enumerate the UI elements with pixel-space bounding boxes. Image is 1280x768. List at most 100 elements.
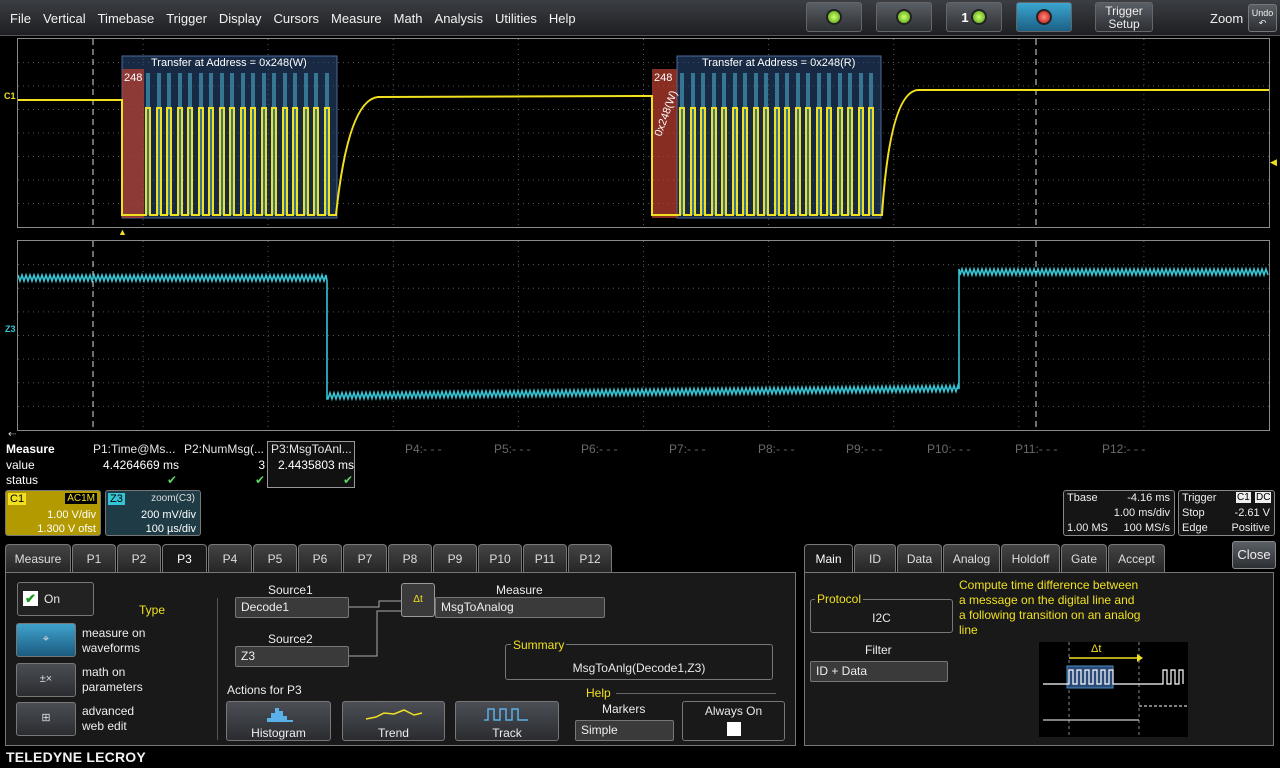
tab-main[interactable]: Main [804,544,853,574]
trigger-coupling: DC [1255,492,1272,503]
p4-header[interactable]: P4:- - - [405,442,442,456]
trigger-level: -2.61 V [1234,507,1270,519]
tab-p1[interactable]: P1 [72,544,116,572]
menu-cursors[interactable]: Cursors [268,11,326,26]
auto-trigger-button[interactable] [806,2,862,32]
tab-id[interactable]: ID [854,544,896,572]
menu-timebase[interactable]: Timebase [92,11,161,26]
z3-descriptor[interactable]: Z3 zoom(C3) 200 mV/div 100 µs/div [105,490,201,536]
normal-trigger-icon [896,9,912,25]
markers-label: Markers [602,702,646,716]
trigger-level-marker[interactable]: ◀ [1270,157,1277,168]
tab-p5[interactable]: P5 [253,544,297,572]
trigger-descriptor[interactable]: Trigger C1 DC Stop -2.61 V Edge Positive [1178,490,1275,536]
tab-measure[interactable]: Measure [5,544,71,572]
tab-p2[interactable]: P2 [117,544,161,572]
trend-button[interactable]: Trend [342,701,445,741]
p6-header[interactable]: P6:- - - [581,442,618,456]
c1-descriptor[interactable]: C1 AC1M 1.00 V/div 1.300 V ofst [5,490,101,536]
histogram-button[interactable]: Histogram [226,701,331,741]
scroll-left-icon[interactable]: ⇠ [8,429,16,440]
web-edit-button[interactable]: ⊞ [16,702,76,736]
p2-header[interactable]: P2:NumMsg(... [184,442,264,456]
tab-analog[interactable]: Analog [943,544,1000,572]
tab-p12[interactable]: P12 [568,544,612,572]
measure-title: Measure [6,442,55,456]
protocol-label: Protocol [815,592,864,606]
menu-measure[interactable]: Measure [325,11,388,26]
track-button[interactable]: Track [455,701,559,741]
tab-accept[interactable]: Accept [1108,544,1165,572]
tab-p6[interactable]: P6 [298,544,342,572]
p12-header[interactable]: P12:- - - [1102,442,1145,456]
tab-p4[interactable]: P4 [208,544,252,572]
tab-p9[interactable]: P9 [433,544,477,572]
type-measure-line2: waveforms [82,641,141,655]
source1-field[interactable]: Decode1 [235,597,349,618]
always-on-checkbox[interactable] [727,722,741,736]
histogram-label: Histogram [251,726,306,740]
tab-p7[interactable]: P7 [343,544,387,572]
protocol-box: Protocol I2C [810,592,953,633]
tab-p3[interactable]: P3 [162,544,207,574]
on-label: On [44,592,61,606]
tab-p10[interactable]: P10 [478,544,522,572]
p9-header[interactable]: P9:- - - [846,442,883,456]
tab-gate[interactable]: Gate [1061,544,1107,572]
stop-button[interactable] [1016,2,1072,32]
on-checkbox[interactable]: ✔ On [17,582,94,616]
single-trigger-button[interactable]: 1 [946,2,1002,32]
undo-icon: ↶ [1258,18,1267,28]
p1-header[interactable]: P1:Time@Ms... [93,442,175,456]
c1-annotation-title-w: Transfer at Address = 0x248(W) [151,57,307,69]
actions-label: Actions for P3 [227,683,302,697]
menu-analysis[interactable]: Analysis [429,11,489,26]
trigger-position-marker[interactable]: ▲ [118,227,127,237]
menu-trigger[interactable]: Trigger [160,11,213,26]
p10-header[interactable]: P10:- - - [927,442,970,456]
menu-display[interactable]: Display [213,11,268,26]
description-line1: Compute time difference between [959,578,1139,592]
p11-header[interactable]: P11:- - - [1015,442,1057,456]
protocol-value[interactable]: I2C [811,611,952,625]
math-on-parameters-icon: ±× [39,673,53,685]
source2-field[interactable]: Z3 [235,646,349,667]
c1-vdiv: 1.00 V/div [47,509,96,521]
trigger-title: Trigger [1182,492,1217,504]
c1-waveform-grid[interactable]: Transfer at Address = 0x248(W) 248 Trans… [17,38,1270,228]
single-digit: 1 [961,9,969,25]
tab-p8[interactable]: P8 [388,544,432,572]
p8-header[interactable]: P8:- - - [758,442,795,456]
close-button[interactable]: Close [1232,541,1276,569]
math-parameters-button[interactable]: ±× [16,663,76,697]
menu-utilities[interactable]: Utilities [489,11,543,26]
tab-holdoff[interactable]: Holdoff [1001,544,1060,572]
menu-help[interactable]: Help [543,11,582,26]
p7-header[interactable]: P7:- - - [669,442,706,456]
menu-file[interactable]: File [4,11,37,26]
filter-field[interactable]: ID + Data [810,661,948,682]
msg-to-analog-icon[interactable]: Δt [401,583,435,617]
tab-p11[interactable]: P11 [523,544,567,572]
trigger-setup-button[interactable]: Trigger Setup [1095,2,1153,32]
c1-coupling: AC1M [65,493,97,504]
p3-header[interactable]: P3:MsgToAnl... [271,442,352,456]
timebase-descriptor[interactable]: Tbase -4.16 ms 1.00 ms/div 1.00 MS 100 M… [1063,490,1175,536]
menu-vertical[interactable]: Vertical [37,11,92,26]
z3-channel-marker[interactable]: Z3 [5,324,16,334]
markers-field[interactable]: Simple [575,720,674,741]
undo-button[interactable]: Undo ↶ [1248,4,1277,32]
z3-waveform-grid[interactable] [17,240,1270,431]
measure-field[interactable]: MsgToAnalog [435,597,605,618]
diagram-svg [1043,642,1188,737]
menu-math[interactable]: Math [388,11,429,26]
p1-status-check: ✔ [166,473,177,487]
tab-data[interactable]: Data [897,544,942,572]
auto-timer-icon [826,9,842,25]
measure-waveforms-button[interactable]: ⌖ [16,623,76,657]
p5-header[interactable]: P5:- - - [494,442,531,456]
source2-label: Source2 [268,632,313,646]
normal-trigger-button[interactable] [876,2,932,32]
c1-channel-marker[interactable]: C1 [4,91,16,101]
always-on-toggle[interactable]: Always On [682,701,785,741]
